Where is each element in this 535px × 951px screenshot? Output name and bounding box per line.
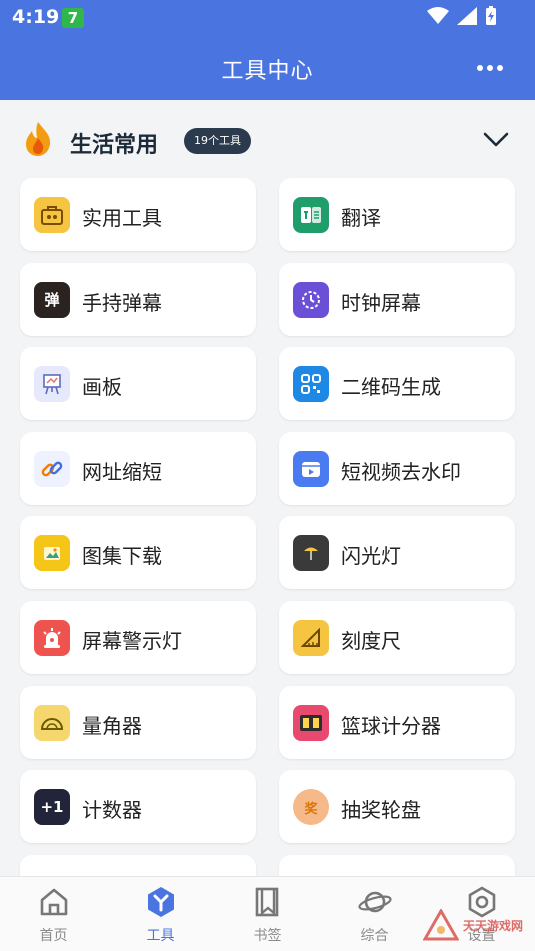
nav-label: 工具: [146, 928, 175, 944]
section-header: 生活常用 19个工具: [0, 100, 535, 176]
system-icons: [427, 6, 497, 26]
tool-label: 篮球计分器: [341, 713, 441, 738]
tool-count-badge: 19个工具: [184, 128, 251, 154]
planet-icon: [358, 885, 392, 919]
bookmark-icon: [251, 885, 285, 919]
qrcode-icon: [293, 366, 329, 403]
tool-label: 抽奖轮盘: [341, 798, 421, 823]
tool-label: 网址缩短: [82, 459, 162, 484]
scoreboard-icon: [293, 704, 329, 741]
wifi-icon: [427, 7, 449, 24]
tool-card[interactable]: 量角器: [20, 685, 256, 759]
home-icon: [37, 885, 71, 919]
translate-icon: [293, 197, 329, 233]
app-bar: 工具中心: [0, 36, 535, 100]
tool-card[interactable]: 刻度尺: [279, 601, 515, 674]
status-time: 4:19: [12, 6, 60, 28]
nav-item[interactable]: 工具: [107, 877, 214, 951]
tool-label: 实用工具: [82, 206, 162, 230]
tool-card[interactable]: 短视频去水印: [279, 431, 515, 505]
protractor-icon: [34, 704, 70, 741]
status-bar: 4:19 7: [0, 0, 535, 36]
tool-card[interactable]: 时钟屏幕: [279, 262, 515, 336]
tool-card[interactable]: 奖抽奖轮盘: [279, 770, 515, 844]
nav-label: 首页: [39, 928, 68, 944]
page-title: 工具中心: [221, 59, 314, 84]
tool-label: 量角器: [82, 713, 142, 738]
tools-icon: [144, 885, 178, 919]
watermark-logo-icon: [423, 909, 459, 941]
tool-label: 刻度尺: [341, 629, 401, 653]
tool-label: 二维码生成: [341, 375, 441, 400]
flame-icon: [26, 122, 51, 156]
tool-label: 屏幕警示灯: [82, 629, 182, 653]
signal-icon: [457, 7, 477, 25]
tool-label: 画板: [82, 375, 122, 400]
flashlight-icon: [293, 535, 329, 572]
notification-badge: 7: [62, 8, 84, 28]
nav-item[interactable]: 书签: [214, 877, 321, 951]
tool-label: 短视频去水印: [341, 459, 461, 484]
tool-card[interactable]: 实用工具: [20, 178, 256, 251]
alarm-light-icon: [34, 620, 70, 656]
nav-item[interactable]: 综合: [321, 877, 428, 951]
clock-icon: [293, 281, 329, 318]
tool-card[interactable]: 翻译: [279, 178, 515, 251]
tool-card[interactable]: +1 计数器: [20, 770, 256, 844]
nav-item[interactable]: 首页: [0, 877, 107, 951]
tool-label: 计数器: [82, 798, 142, 823]
battery-icon: [486, 6, 496, 25]
watermark: 天天游戏网: [421, 907, 531, 947]
chevron-down-icon[interactable]: [483, 132, 509, 148]
tool-label: 翻译: [341, 206, 381, 230]
nav-label: 书签: [253, 928, 282, 944]
tool-card[interactable]: 图集下载: [20, 516, 256, 590]
tool-label: 手持弹幕: [82, 290, 162, 315]
tool-label: 闪光灯: [341, 544, 401, 569]
easel-icon: [34, 366, 70, 403]
counter-icon: +1: [34, 789, 70, 826]
more-options-icon[interactable]: [475, 58, 505, 78]
tool-card[interactable]: 篮球计分器: [279, 685, 515, 759]
tool-card[interactable]: 屏幕警示灯: [20, 601, 256, 674]
danmaku-icon: 弹: [34, 281, 70, 318]
tool-label: 时钟屏幕: [341, 290, 421, 315]
ruler-icon: [293, 620, 329, 656]
tool-card[interactable]: 二维码生成: [279, 347, 515, 421]
tool-card[interactable]: 画板: [20, 347, 256, 421]
link-icon: [34, 450, 70, 487]
toolbox-icon: [34, 197, 70, 233]
watermark-text: 天天游戏网: [463, 919, 524, 933]
tool-card[interactable]: 弹手持弹幕: [20, 262, 256, 336]
video-icon: [293, 450, 329, 487]
section-title: 生活常用: [70, 133, 159, 158]
tool-card[interactable]: 网址缩短: [20, 431, 256, 505]
gallery-icon: [34, 535, 70, 572]
lottery-icon: 奖: [293, 789, 329, 826]
tool-label: 图集下载: [82, 544, 162, 569]
tool-card[interactable]: 闪光灯: [279, 516, 515, 590]
nav-label: 综合: [360, 928, 389, 944]
